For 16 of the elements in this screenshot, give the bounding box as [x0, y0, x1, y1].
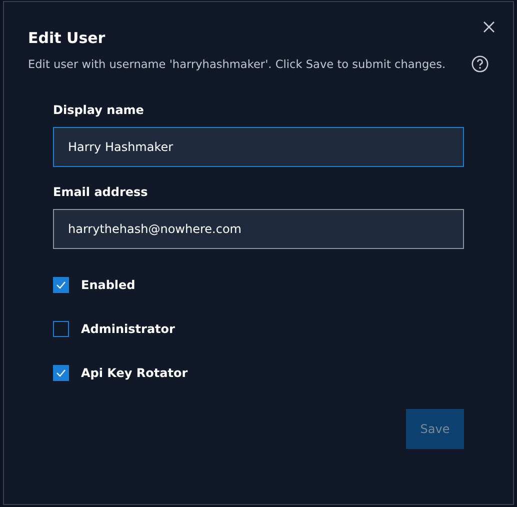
checkbox[interactable]: [53, 277, 69, 293]
checkbox-label: Enabled: [81, 278, 136, 292]
checkbox-label: Api Key Rotator: [81, 366, 188, 380]
checkbox[interactable]: [53, 321, 69, 337]
close-button[interactable]: [482, 20, 496, 34]
text-field[interactable]: Harry Hashmaker: [53, 127, 464, 167]
checkbox-label: Administrator: [81, 322, 175, 336]
check-icon: [56, 281, 66, 289]
dialog-title: Edit User: [28, 29, 106, 47]
field-label: Display name: [53, 103, 144, 117]
help-icon[interactable]: [471, 55, 489, 73]
text-field[interactable]: harrythehash@nowhere.com: [53, 209, 464, 249]
check-icon: [56, 369, 66, 377]
field-label: Email address: [53, 185, 148, 199]
checkbox[interactable]: [53, 365, 69, 381]
dialog-subtitle: Edit user with username 'harryhashmaker'. Click Save to submit changes.: [28, 58, 446, 70]
